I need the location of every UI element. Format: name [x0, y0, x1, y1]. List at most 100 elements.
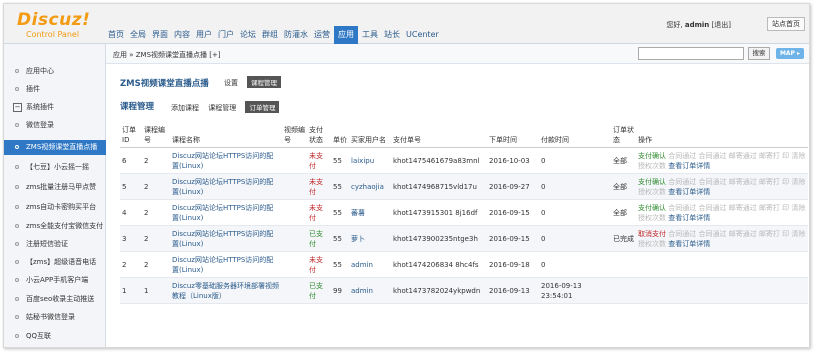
- nav-item[interactable]: 工具: [360, 26, 380, 44]
- user-box: 您好, admin [退出]: [666, 20, 731, 30]
- table-header-row: 订单ID 课程编号 课程名称 视频编号 支付状态 单价 买家用户名 支付单号 下单时间 付款时间订…: [120, 123, 808, 148]
- sidebar-item-label: 系统插件: [26, 103, 54, 111]
- sidebar-item[interactable]: 插件: [4, 82, 106, 97]
- cell-name[interactable]: Discuz网站论坛HTTPS访问的配置(Linux): [170, 147, 282, 174]
- cell-pay-time: 0: [539, 251, 611, 278]
- sidebar-item-label: 插件: [26, 85, 40, 93]
- discuz-logo[interactable]: Discuz!: [17, 10, 90, 30]
- pay-action-link[interactable]: 支付确认: [638, 178, 666, 186]
- sidebar-item[interactable]: 百度seo收录主动推送: [4, 292, 106, 307]
- sidebar-item[interactable]: 【七豆】小云摇一摇: [4, 160, 106, 175]
- site-home-button[interactable]: 站点首页: [767, 17, 805, 31]
- subnav-add-course[interactable]: 添加课程: [171, 104, 199, 112]
- cell-order-time: 2016-09-13: [487, 277, 539, 304]
- sidebar-item[interactable]: 姑秘书微信登录: [4, 310, 106, 325]
- bullet-icon: [15, 87, 19, 91]
- bullet-icon: [15, 297, 19, 301]
- nav-item[interactable]: 运营: [312, 26, 332, 44]
- column-header: 课程名称: [170, 123, 282, 148]
- disabled-action: 印: [782, 151, 790, 160]
- nav-item[interactable]: 防灌水: [282, 26, 310, 44]
- cell-pay-status: 未支付: [307, 199, 331, 226]
- nav-item[interactable]: 群组: [260, 26, 280, 44]
- view-order-detail-link[interactable]: 查看订单详情: [668, 214, 710, 222]
- nav-item[interactable]: 内容: [172, 26, 192, 44]
- bullet-icon: [15, 334, 19, 338]
- cell-buyer[interactable]: 萝卜: [349, 225, 391, 252]
- search-input[interactable]: [638, 47, 744, 60]
- nav-item[interactable]: 应用: [334, 26, 358, 44]
- disabled-action: 印: [782, 203, 790, 212]
- bullet-icon: [15, 315, 19, 319]
- search-button[interactable]: 搜索: [748, 47, 770, 60]
- bullet-icon: [15, 145, 19, 149]
- cell-buyer[interactable]: cyzhaojia: [349, 173, 391, 200]
- cell-pay-status: 未支付: [307, 147, 331, 174]
- sidebar-item-label: 百度seo收录主动推送: [26, 295, 95, 303]
- map-button[interactable]: MAP ▸: [776, 48, 804, 59]
- nav-item[interactable]: 用户: [194, 26, 214, 44]
- sidebar: 应用中心插件 − 系统插件微信登录 ZMS视频课堂直播点播【七豆】小云摇一摇 zms批量…: [4, 44, 106, 347]
- subnav-order-manage[interactable]: 订单管理: [245, 101, 280, 113]
- sidebar-item[interactable]: 【zms】超级语音电话: [4, 255, 106, 270]
- bullet-icon: [15, 278, 19, 282]
- nav-item[interactable]: 首页: [106, 26, 126, 44]
- sidebar-item[interactable]: 注册短信验证: [4, 237, 106, 252]
- cell-buyer[interactable]: admin: [349, 251, 391, 278]
- column-header: 买家用户名: [349, 123, 391, 148]
- cell-pay-no: khot1474968715vld17u: [391, 173, 487, 200]
- sidebar-item[interactable]: QQ互联: [4, 329, 106, 344]
- nav-item[interactable]: UCenter: [404, 26, 441, 44]
- disabled-action: 合同通过: [698, 229, 727, 238]
- disabled-action: 邮寄打: [758, 177, 780, 186]
- pay-action-link[interactable]: 取消支付: [638, 230, 666, 238]
- cell-order-status: 全部: [611, 199, 636, 226]
- sidebar-item-label: ZMS视频课堂直播点播: [26, 143, 98, 151]
- collapse-icon: −: [13, 103, 22, 112]
- cell-name[interactable]: Discuz网站论坛HTTPS访问的配置(Linux): [170, 225, 282, 252]
- sidebar-item[interactable]: 应用中心: [4, 64, 106, 79]
- sidebar-item-label: 应用中心: [26, 67, 54, 75]
- cell-name[interactable]: Discuz零基础服务器环境部署视频教程（Linux版）: [170, 277, 282, 304]
- plugin-settings-link[interactable]: 设置: [224, 78, 238, 88]
- sidebar-item-label: 微信登录: [26, 121, 54, 129]
- sidebar-item[interactable]: − 系统插件: [4, 100, 106, 115]
- pay-action-link[interactable]: 支付确认: [638, 152, 666, 160]
- logout-link[interactable]: [退出]: [712, 21, 731, 29]
- subnav-course-manage[interactable]: 课程管理: [208, 104, 236, 112]
- nav-item[interactable]: 全局: [128, 26, 148, 44]
- view-order-detail-link[interactable]: 查看订单详情: [668, 188, 710, 196]
- sidebar-item[interactable]: zms自动卡密购买平台: [4, 200, 106, 215]
- course-manage-tab[interactable]: 课程管理: [247, 76, 281, 88]
- cell-price: 55: [331, 147, 349, 174]
- column-header: 支付状态: [307, 123, 331, 148]
- sidebar-item-label: zms自动卡密购买平台: [26, 203, 97, 211]
- nav-item[interactable]: 门户: [216, 26, 236, 44]
- column-header: 订单ID: [120, 123, 142, 148]
- breadcrumb[interactable]: 应用 » ZMS视频课堂直播点播 [+]: [113, 50, 221, 60]
- sidebar-item[interactable]: 微信登录: [4, 118, 106, 133]
- cell-order-time: 2016-09-27: [487, 173, 539, 200]
- nav-item[interactable]: 界面: [150, 26, 170, 44]
- view-order-detail-link[interactable]: 查看订单详情: [668, 162, 710, 170]
- cell-name[interactable]: Discuz网站论坛HTTPS访问的配置(Linux): [170, 251, 282, 278]
- cell-id: 4: [120, 199, 142, 226]
- pay-action-link[interactable]: 支付确认: [638, 204, 666, 212]
- cell-pay-status: 已支付: [307, 277, 331, 304]
- sidebar-item[interactable]: zms全能支付宝微信支付: [4, 219, 106, 234]
- nav-item[interactable]: 论坛: [238, 26, 258, 44]
- nav-item[interactable]: 站长: [382, 26, 402, 44]
- sidebar-item[interactable]: ZMS视频课堂直播点播: [4, 140, 106, 155]
- disabled-action: 合同通过: [668, 151, 697, 160]
- cell-buyer[interactable]: admin: [349, 277, 391, 304]
- cell-buyer[interactable]: laixipu: [349, 147, 391, 174]
- cell-buyer[interactable]: 蕃薯: [349, 199, 391, 226]
- cell-name[interactable]: Discuz网站论坛HTTPS访问的配置(Linux): [170, 199, 282, 226]
- sidebar-item-label: 注册短信验证: [26, 240, 68, 248]
- cell-price: 55: [331, 173, 349, 200]
- sidebar-item[interactable]: zms批量注册马甲点赞: [4, 180, 106, 195]
- view-order-detail-link[interactable]: 查看订单详情: [668, 240, 710, 248]
- cell-name[interactable]: Discuz网站论坛HTTPS访问的配置(Linux): [170, 173, 282, 200]
- cell-price: 55: [331, 199, 349, 226]
- sidebar-item[interactable]: 小云APP手机客户端: [4, 273, 106, 288]
